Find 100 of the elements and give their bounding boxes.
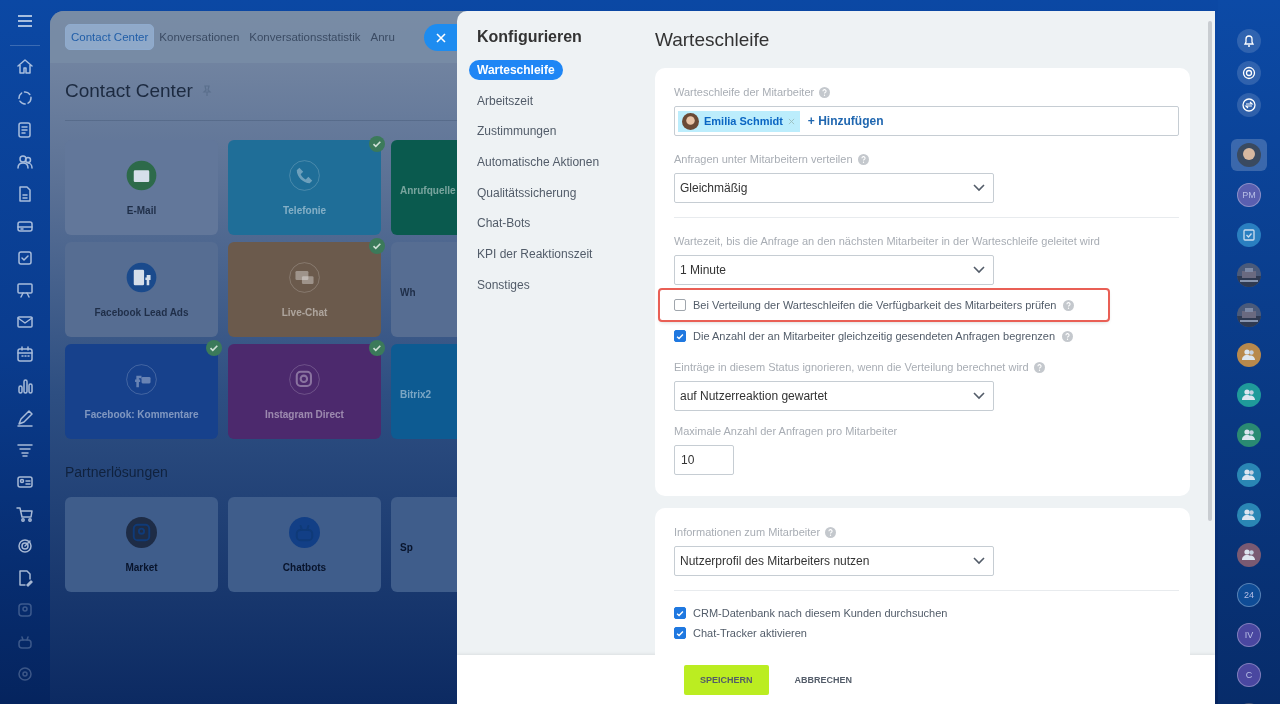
phone-icon: [289, 159, 320, 191]
cancel-button[interactable]: ABBRECHEN: [778, 664, 868, 695]
dropdown-value: 1 Minute: [680, 263, 727, 277]
bell-icon[interactable]: [1237, 29, 1261, 53]
scrollbar[interactable]: [1208, 21, 1212, 521]
menu-item[interactable]: Arbeitszeit: [469, 90, 542, 111]
chevron-down-icon: [973, 266, 985, 274]
field-label: Warteschleife der Mitarbeiter: [674, 86, 815, 98]
tile-label: Bitrix2: [400, 389, 432, 400]
check-badge-icon: [369, 136, 385, 152]
dropdown[interactable]: auf Nutzerreaktion gewartet: [674, 381, 994, 411]
chat-initials: IV: [1237, 623, 1261, 647]
tile-label: Wh: [400, 287, 416, 298]
board-icon[interactable]: [15, 280, 35, 300]
dropdown-value: Gleichmäßig: [680, 181, 748, 195]
tile-label: Chatbots: [282, 561, 327, 573]
partner-tile[interactable]: Chatbots: [228, 497, 381, 592]
tile-label: Telefonie: [282, 204, 327, 216]
bar-chart-icon[interactable]: [15, 376, 35, 396]
channel-tile[interactable]: Bitrix2: [391, 344, 457, 439]
check-badge-icon: [369, 340, 385, 356]
tab[interactable]: Konversationsstatistik: [244, 25, 366, 49]
tile-label: Instagram Direct: [265, 408, 344, 420]
dropdown-value: auf Nutzerreaktion gewartet: [680, 389, 828, 403]
avatar-icon: [1237, 143, 1261, 167]
chat-initials: C: [1237, 663, 1261, 687]
cart-icon[interactable]: [15, 504, 35, 524]
avatar-icon: [682, 112, 699, 130]
menu-item[interactable]: Warteschleife: [469, 60, 563, 80]
tab[interactable]: Konversationen: [154, 25, 245, 49]
chat-arrows-icon[interactable]: [1237, 93, 1261, 117]
menu-item[interactable]: Sonstiges: [469, 274, 538, 295]
pen-icon[interactable]: [15, 408, 35, 428]
tile-label: Facebook Lead Ads: [94, 306, 189, 318]
chat-initials: PM: [1237, 183, 1261, 207]
panel-heading: Konfigurieren: [477, 28, 582, 46]
chat-initials: 24: [1237, 583, 1261, 607]
field-label: Anfragen unter Mitarbeitern verteilen: [674, 153, 853, 165]
checkbox-icon[interactable]: [15, 248, 35, 268]
chevron-down-icon: [973, 392, 985, 400]
save-button[interactable]: SPEICHERN: [684, 664, 769, 695]
tab[interactable]: Contact Center: [65, 24, 155, 50]
check-badge-icon: [369, 238, 385, 254]
field-label: Maximale Anzahl der Anfragen pro Mitarbeiter: [674, 425, 898, 437]
partner-tile[interactable]: Sp: [391, 497, 457, 592]
tile-label: E-Mail: [126, 204, 157, 216]
menu-item[interactable]: KPI der Reaktionszeit: [469, 244, 601, 265]
menu-item[interactable]: Zustimmungen: [469, 121, 565, 142]
dropdown[interactable]: Nutzerprofil des Mitarbeiters nutzen: [674, 546, 994, 576]
people-icon[interactable]: [15, 152, 35, 172]
home-icon[interactable]: [15, 56, 35, 76]
check-badge-icon: [206, 340, 222, 356]
dropdown-value: Nutzerprofil des Mitarbeiters nutzen: [680, 554, 870, 568]
user-chip[interactable]: Emilia Schmidt: [678, 110, 800, 132]
tile-label: Sp: [400, 542, 413, 553]
tile-label: Anrufquelle: [400, 185, 456, 196]
chat-item[interactable]: 24: [1231, 579, 1267, 611]
tile-label: Live-Chat: [281, 306, 328, 318]
tile-label: Facebook: Kommentare: [84, 408, 199, 420]
mail-icon: [126, 159, 157, 191]
close-icon[interactable]: [435, 31, 447, 44]
field-label: Einträge in diesem Status ignorieren, wenn die Verteilung berechnet wird: [674, 361, 1029, 373]
channel-tile[interactable]: Wh: [391, 242, 457, 337]
checkbox[interactable]: [674, 330, 686, 342]
chat-item[interactable]: [1231, 139, 1267, 171]
section-title: Warteschleife: [655, 29, 771, 51]
instagram-icon: [289, 363, 320, 395]
add-link[interactable]: + Hinzufügen: [807, 114, 884, 128]
calendar-icon[interactable]: [15, 344, 35, 364]
chat-item[interactable]: PM: [1231, 179, 1267, 211]
chat-item[interactable]: C: [1231, 659, 1267, 691]
user-picker-field[interactable]: Emilia Schmidt + Hinzufügen: [674, 106, 1179, 136]
partner-tile[interactable]: Market: [65, 497, 218, 592]
section-title: Partnerlösungen: [65, 464, 169, 480]
facebook-comments-icon: [126, 363, 157, 395]
tab[interactable]: Anru: [365, 25, 400, 49]
channel-tile[interactable]: Facebook Lead Ads: [65, 242, 218, 337]
chevron-down-icon: [973, 184, 985, 192]
number-field[interactable]: 10: [674, 445, 734, 475]
checkbox[interactable]: [674, 627, 686, 639]
chevron-down-icon: [973, 557, 985, 565]
box-icon: [126, 516, 157, 548]
menu-item[interactable]: Qualitätssicherung: [469, 182, 585, 203]
page-title: Contact Center: [65, 80, 193, 102]
checkbox-label: Bei Verteilung der Warteschleifen die Verfügbarkeit des Mitarbeiters prüfen: [693, 299, 1057, 311]
channel-tile[interactable]: Anrufquelle: [391, 140, 457, 235]
menu-item[interactable]: Chat-Bots: [469, 213, 539, 234]
menu-item[interactable]: Automatische Aktionen: [469, 152, 608, 173]
dropdown[interactable]: Gleichmäßig: [674, 173, 994, 203]
target-icon[interactable]: [15, 536, 35, 556]
dropdown[interactable]: 1 Minute: [674, 255, 994, 285]
checkbox[interactable]: [674, 607, 686, 619]
checkbox-label: Die Anzahl der an Mitarbeiter gleichzeitig gesendeten Anfragen begrenzen: [693, 330, 1056, 342]
checkbox-label: Chat-Tracker aktivieren: [693, 627, 807, 639]
field-label: Wartezeit, bis die Anfrage an den nächsten Mitarbeiter in der Warteschleife geleitet wird: [674, 235, 1100, 247]
chat-item[interactable]: IV: [1231, 619, 1267, 651]
checkbox[interactable]: [674, 299, 686, 311]
target-icon[interactable]: [1237, 61, 1261, 85]
facebook-ads-icon: [126, 261, 157, 293]
field-label: Informationen zum Mitarbeiter: [674, 526, 821, 538]
